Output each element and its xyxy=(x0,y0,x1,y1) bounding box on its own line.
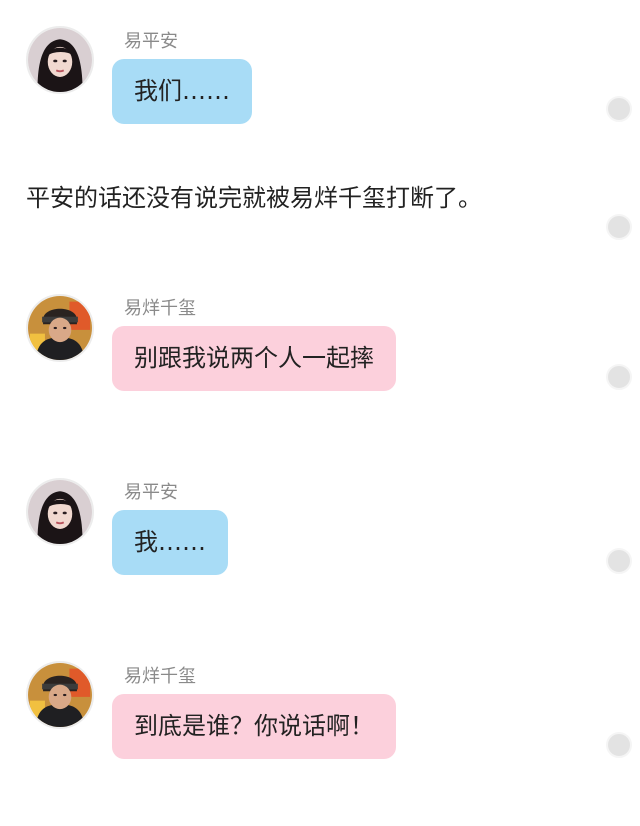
circle-dot-icon[interactable] xyxy=(606,96,632,122)
sender-name: 易平安 xyxy=(124,482,178,503)
message-bubble[interactable]: 别跟我说两个人一起摔 xyxy=(112,326,396,391)
female-avatar[interactable] xyxy=(26,26,94,94)
female-avatar[interactable] xyxy=(26,478,94,546)
circle-dot-icon[interactable] xyxy=(606,732,632,758)
male-avatar[interactable] xyxy=(26,294,94,362)
sender-name: 易平安 xyxy=(124,31,178,52)
sender-name: 易烊千玺 xyxy=(124,666,196,687)
circle-dot-icon[interactable] xyxy=(606,548,632,574)
chat-page: 易平安 我们…… 平安的话还没有说完就被易烊千玺打断了。 易烊千玺 别跟我说两个… xyxy=(0,0,640,826)
narration-text: 平安的话还没有说完就被易烊千玺打断了。 xyxy=(26,184,482,212)
message-bubble[interactable]: 我…… xyxy=(112,510,228,575)
message-bubble[interactable]: 我们…… xyxy=(112,59,252,124)
male-avatar[interactable] xyxy=(26,661,94,729)
message-bubble[interactable]: 到底是谁？你说话啊！ xyxy=(112,694,396,759)
circle-dot-icon[interactable] xyxy=(606,364,632,390)
circle-dot-icon[interactable] xyxy=(606,214,632,240)
sender-name: 易烊千玺 xyxy=(124,298,196,319)
